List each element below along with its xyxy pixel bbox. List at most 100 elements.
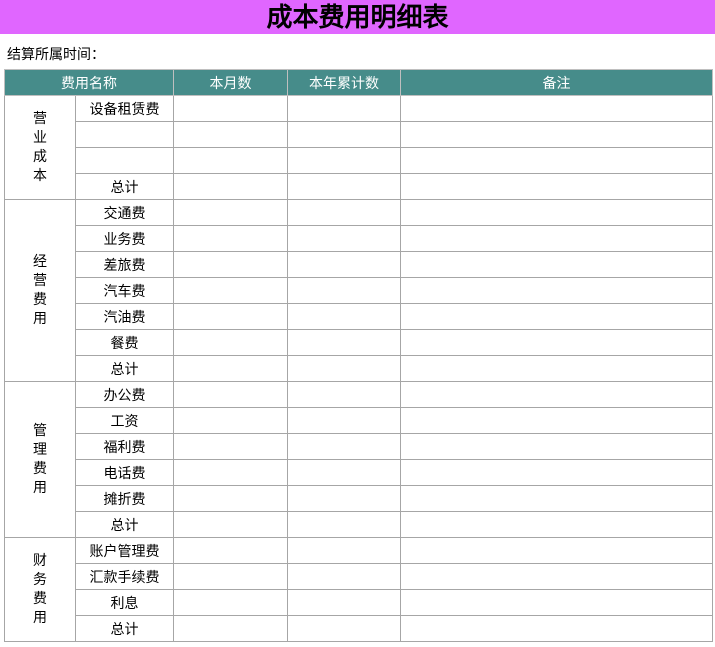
item-name-cell: 业务费	[75, 225, 174, 252]
table-row: 差旅费	[5, 251, 713, 278]
remarks-cell[interactable]	[400, 251, 713, 278]
expense-table: 费用名称 本月数 本年累计数 备注 营 业 成 本设备租赁费 总计经 营 费 用交…	[4, 69, 713, 642]
remarks-cell[interactable]	[400, 511, 713, 538]
table-row: 电话费	[5, 459, 713, 486]
item-name-cell: 总计	[75, 173, 174, 200]
remarks-cell[interactable]	[400, 173, 713, 200]
table-row: 经 营 费 用交通费	[4, 199, 713, 382]
page-title: 成本费用明细表	[0, 0, 715, 34]
table-row: 总计	[5, 355, 713, 382]
header-expense-name: 费用名称	[4, 69, 174, 96]
this-month-cell[interactable]	[173, 589, 288, 616]
table-row: 财 务 费 用账户管理费	[4, 537, 713, 642]
table-row: 福利费	[5, 433, 713, 460]
item-name-cell: 福利费	[75, 433, 174, 460]
table-row	[5, 121, 713, 148]
ytd-cell[interactable]	[287, 277, 401, 304]
ytd-cell[interactable]	[287, 589, 401, 616]
table-row: 工资	[5, 407, 713, 434]
remarks-cell[interactable]	[400, 537, 713, 564]
item-name-cell: 办公费	[75, 381, 174, 408]
remarks-cell[interactable]	[400, 95, 713, 122]
item-name-cell: 摊折费	[75, 485, 174, 512]
table-row: 总计	[5, 173, 713, 200]
item-name-cell: 设备租赁费	[75, 95, 174, 122]
remarks-cell[interactable]	[400, 121, 713, 148]
table-row: 利息	[5, 589, 713, 616]
table-row: 总计	[5, 511, 713, 538]
item-name-cell: 利息	[75, 589, 174, 616]
item-name-cell: 交通费	[75, 199, 174, 226]
this-month-cell[interactable]	[173, 355, 288, 382]
this-month-cell[interactable]	[173, 511, 288, 538]
this-month-cell[interactable]	[173, 459, 288, 486]
remarks-cell[interactable]	[400, 563, 713, 590]
table-row: 汇款手续费	[5, 563, 713, 590]
this-month-cell[interactable]	[173, 251, 288, 278]
ytd-cell[interactable]	[287, 537, 401, 564]
this-month-cell[interactable]	[173, 225, 288, 252]
remarks-cell[interactable]	[400, 407, 713, 434]
table-row	[5, 147, 713, 174]
ytd-cell[interactable]	[287, 225, 401, 252]
item-name-cell: 账户管理费	[75, 537, 174, 564]
table-row: 管 理 费 用办公费	[4, 381, 713, 538]
this-month-cell[interactable]	[173, 303, 288, 330]
this-month-cell[interactable]	[173, 173, 288, 200]
remarks-cell[interactable]	[400, 277, 713, 304]
ytd-cell[interactable]	[287, 303, 401, 330]
ytd-cell[interactable]	[287, 147, 401, 174]
remarks-cell[interactable]	[400, 329, 713, 356]
remarks-cell[interactable]	[400, 433, 713, 460]
remarks-cell[interactable]	[400, 147, 713, 174]
ytd-cell[interactable]	[287, 615, 401, 642]
this-month-cell[interactable]	[173, 147, 288, 174]
this-month-cell[interactable]	[173, 615, 288, 642]
remarks-cell[interactable]	[400, 225, 713, 252]
ytd-cell[interactable]	[287, 433, 401, 460]
this-month-cell[interactable]	[173, 381, 288, 408]
ytd-cell[interactable]	[287, 563, 401, 590]
header-remarks: 备注	[400, 69, 713, 96]
ytd-cell[interactable]	[287, 95, 401, 122]
item-name-cell: 差旅费	[75, 251, 174, 278]
ytd-cell[interactable]	[287, 355, 401, 382]
remarks-cell[interactable]	[400, 381, 713, 408]
item-name-cell: 汇款手续费	[75, 563, 174, 590]
this-month-cell[interactable]	[173, 329, 288, 356]
ytd-cell[interactable]	[287, 251, 401, 278]
this-month-cell[interactable]	[173, 277, 288, 304]
category-cell: 营 业 成 本	[4, 95, 76, 200]
this-month-cell[interactable]	[173, 563, 288, 590]
ytd-cell[interactable]	[287, 121, 401, 148]
table-row: 业务费	[5, 225, 713, 252]
this-month-cell[interactable]	[173, 407, 288, 434]
table-row: 摊折费	[5, 485, 713, 512]
remarks-cell[interactable]	[400, 303, 713, 330]
this-month-cell[interactable]	[173, 433, 288, 460]
ytd-cell[interactable]	[287, 511, 401, 538]
ytd-cell[interactable]	[287, 173, 401, 200]
ytd-cell[interactable]	[287, 485, 401, 512]
remarks-cell[interactable]	[400, 355, 713, 382]
item-name-cell	[75, 121, 174, 148]
item-name-cell: 总计	[75, 355, 174, 382]
this-month-cell[interactable]	[173, 537, 288, 564]
table-row: 餐费	[5, 329, 713, 356]
this-month-cell[interactable]	[173, 121, 288, 148]
this-month-cell[interactable]	[173, 199, 288, 226]
remarks-cell[interactable]	[400, 485, 713, 512]
category-cell: 财 务 费 用	[4, 537, 76, 642]
this-month-cell[interactable]	[173, 95, 288, 122]
ytd-cell[interactable]	[287, 407, 401, 434]
ytd-cell[interactable]	[287, 329, 401, 356]
this-month-cell[interactable]	[173, 485, 288, 512]
remarks-cell[interactable]	[400, 459, 713, 486]
ytd-cell[interactable]	[287, 381, 401, 408]
ytd-cell[interactable]	[287, 459, 401, 486]
category-cell: 管 理 费 用	[4, 381, 76, 538]
remarks-cell[interactable]	[400, 589, 713, 616]
remarks-cell[interactable]	[400, 615, 713, 642]
remarks-cell[interactable]	[400, 199, 713, 226]
ytd-cell[interactable]	[287, 199, 401, 226]
